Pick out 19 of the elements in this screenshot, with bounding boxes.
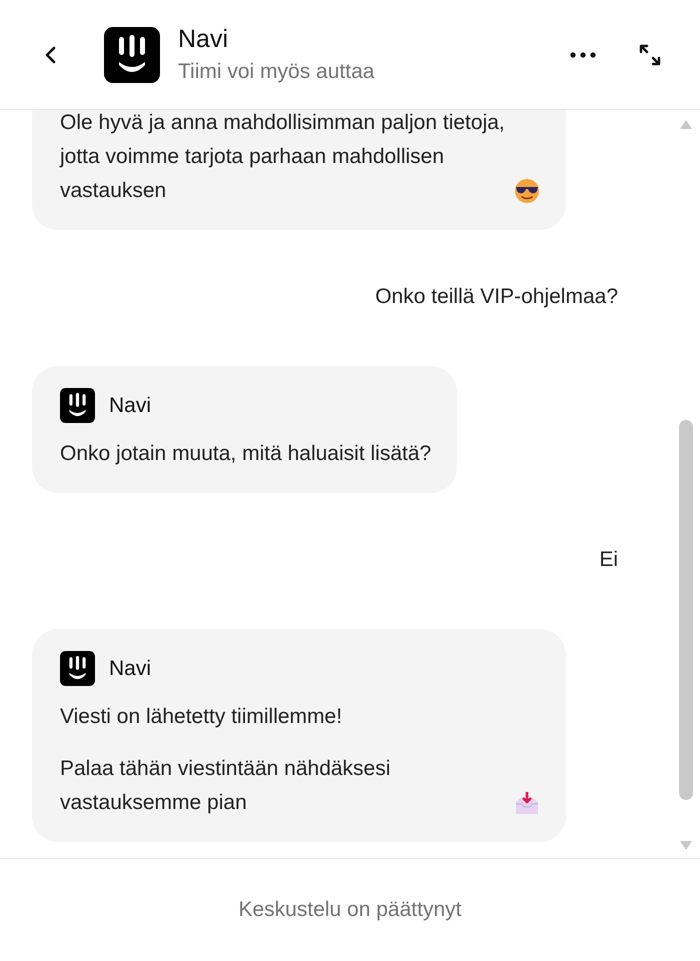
subtitle: Tiimi voi myös auttaa: [178, 60, 376, 84]
message-text: Palaa tähän viestintään nähdäksesi vastauksemme pian: [60, 756, 392, 816]
back-icon: [44, 46, 58, 64]
message-text: Onko jotain muuta, mitä haluaisit lisätä?: [60, 441, 432, 467]
bot-name: Navi: [178, 25, 230, 54]
conversation-ended-text: Keskustelu on päättynyt: [238, 898, 462, 922]
author-name: Navi: [109, 656, 152, 680]
user-message: Ei: [599, 547, 618, 573]
user-message: Onko teillä VIP-ohjelmaa?: [375, 284, 618, 310]
inbox-tray-icon: [514, 790, 540, 816]
sunglasses-smiley-icon: [514, 178, 540, 204]
expand-icon: [638, 42, 662, 66]
message-text: Viesti on lähetetty tiimillemme!: [60, 704, 342, 730]
more-icon: [570, 52, 596, 58]
author-name: Navi: [109, 394, 152, 418]
message-text: Ole hyvä ja anna mahdollisimman paljon tietoja, jotta voimme tarjota parhaan mahdollisen vastauksen: [60, 110, 506, 204]
smiley-avatar-icon: [60, 651, 95, 686]
smiley-logo-icon: [104, 26, 160, 82]
smiley-avatar-icon: [60, 388, 95, 423]
